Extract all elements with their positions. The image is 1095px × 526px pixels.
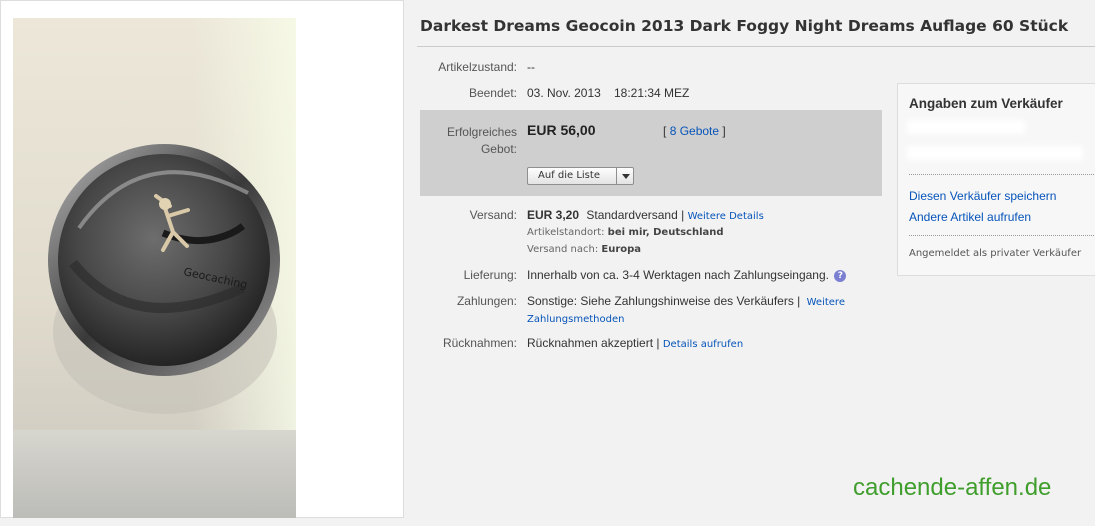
shipping-details-link[interactable]: Weitere Details <box>688 211 764 222</box>
watchlist-button-separator <box>616 168 617 184</box>
ships-to-label: Versand nach: <box>527 244 599 255</box>
chevron-down-icon[interactable] <box>622 174 630 179</box>
title-divider <box>417 46 1095 47</box>
bid-label-line1: Erfolgreiches <box>446 125 517 139</box>
payment-label: Zahlungen: <box>456 294 517 308</box>
ships-to-value: Europa <box>601 244 642 255</box>
watchlist-button-label: Auf die Liste <box>538 170 600 181</box>
shipping-method: Standardversand | <box>586 208 685 222</box>
bid-bracket-open: [ <box>663 124 667 138</box>
geocoin-graphic: Geocaching <box>48 144 280 414</box>
payment-methods-link-line1[interactable]: Weitere <box>807 297 845 308</box>
item-location-label: Artikelstandort: <box>527 227 605 238</box>
seller-name-redacted <box>907 120 1025 134</box>
payment-line: Sonstige: Siehe Zahlungshinweise des Ver… <box>527 294 845 308</box>
shipping-label: Versand: <box>469 208 517 222</box>
delivery-value: Innerhalb von ca. 3-4 Werktagen nach Zah… <box>527 268 829 282</box>
shipping-line: EUR 3,20 Standardversand | Weitere Detai… <box>527 208 764 222</box>
site-watermark: cachende-affen.de <box>853 474 1052 501</box>
condition-label: Artikelzustand: <box>438 60 517 74</box>
save-seller-link[interactable]: Diesen Verkäufer speichern <box>909 189 1056 203</box>
returns-value: Rücknahmen akzeptiert | <box>527 336 660 350</box>
add-to-watchlist-button[interactable]: Auf die Liste <box>527 167 634 185</box>
seller-status: Angemeldet als privater Verkäufer <box>909 248 1082 259</box>
ended-label: Beendet: <box>468 86 517 100</box>
ended-date: 03. Nov. 2013 <box>527 86 601 100</box>
winning-price: EUR 56,00 <box>527 122 596 138</box>
delivery-label: Lieferung: <box>463 268 517 282</box>
shipping-price: EUR 3,20 <box>527 208 580 222</box>
payment-value: Sonstige: Siehe Zahlungshinweise des Ver… <box>527 294 801 308</box>
condition-value: -- <box>527 60 535 74</box>
seller-other-items-link[interactable]: Andere Artikel aufrufen <box>909 210 1031 224</box>
seller-divider-top <box>909 174 1095 175</box>
bid-label-line2: Gebot: <box>480 142 517 156</box>
item-photo-panel: Geocaching <box>0 0 404 518</box>
delivery-line: Innerhalb von ca. 3-4 Werktagen nach Zah… <box>527 268 847 282</box>
seller-box-title: Angaben zum Verkäufer <box>909 96 1063 111</box>
returns-details-link[interactable]: Details aufrufen <box>663 339 743 350</box>
payment-methods-link-line2[interactable]: Zahlungsmethoden <box>527 314 624 325</box>
ships-to: Versand nach: Europa <box>527 244 641 255</box>
item-location-value: bei mir, Deutschland <box>607 227 724 238</box>
seller-info-box: Angaben zum Verkäufer Diesen Verkäufer s… <box>897 83 1095 276</box>
seller-feedback-redacted <box>907 146 1083 160</box>
returns-line: Rücknahmen akzeptiert | Details aufrufen <box>527 336 743 350</box>
returns-label: Rücknahmen: <box>442 336 517 350</box>
bid-history-link[interactable]: 8 Gebote <box>670 124 719 138</box>
item-title: Darkest Dreams Geocoin 2013 Dark Foggy N… <box>420 17 1069 35</box>
ended-time: 18:21:34 MEZ <box>614 86 690 100</box>
bid-bracket-close: ] <box>722 124 726 138</box>
item-location: Artikelstandort: bei mir, Deutschland <box>527 227 724 238</box>
seller-divider-bottom <box>909 235 1095 236</box>
item-photo[interactable]: Geocaching <box>13 18 296 518</box>
bid-count: [ 8 Gebote ] <box>663 124 726 138</box>
help-icon[interactable]: ? <box>834 270 847 282</box>
